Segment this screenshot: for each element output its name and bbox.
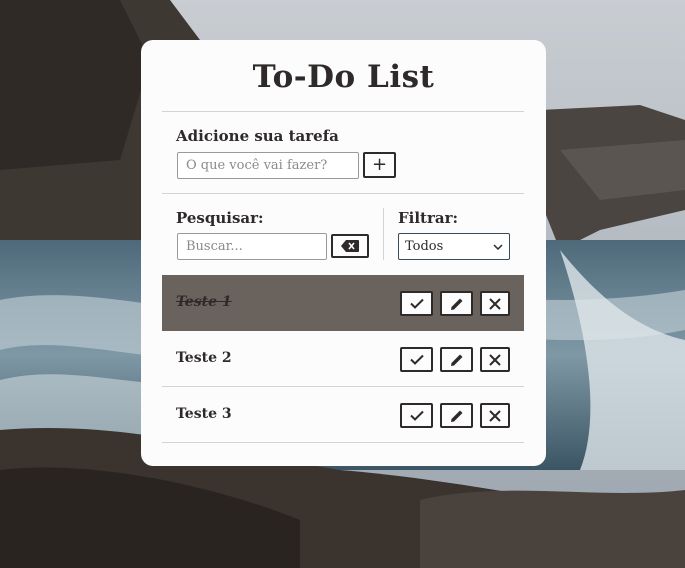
todo-text: Teste 3 bbox=[176, 406, 232, 422]
divider bbox=[162, 193, 524, 194]
filter-label: Filtrar: bbox=[398, 209, 459, 227]
chevron-down-icon bbox=[493, 243, 503, 250]
remove-todo-button[interactable] bbox=[480, 403, 510, 428]
pencil-icon bbox=[450, 410, 462, 422]
close-icon bbox=[489, 297, 501, 310]
add-task-input[interactable] bbox=[177, 152, 359, 179]
todo-item: Teste 3 bbox=[162, 387, 524, 443]
search-input[interactable] bbox=[177, 233, 327, 260]
todo-text: Teste 1 bbox=[176, 294, 232, 310]
check-icon bbox=[409, 410, 424, 421]
filter-selected-value: Todos bbox=[405, 239, 444, 254]
finish-todo-button[interactable] bbox=[400, 291, 433, 316]
backspace-icon bbox=[341, 240, 359, 252]
todo-item: Teste 1 bbox=[162, 275, 524, 331]
finish-todo-button[interactable] bbox=[400, 347, 433, 372]
close-icon bbox=[489, 353, 501, 366]
divider bbox=[162, 111, 524, 112]
check-icon bbox=[409, 354, 424, 365]
remove-todo-button[interactable] bbox=[480, 347, 510, 372]
check-icon bbox=[409, 298, 424, 309]
edit-todo-button[interactable] bbox=[440, 403, 473, 428]
pencil-icon bbox=[450, 298, 462, 310]
add-task-label: Adicione sua tarefa bbox=[176, 127, 339, 145]
divider-vertical bbox=[383, 208, 384, 260]
filter-select[interactable]: Todos bbox=[398, 233, 510, 260]
pencil-icon bbox=[450, 354, 462, 366]
edit-todo-button[interactable] bbox=[440, 291, 473, 316]
todo-text: Teste 2 bbox=[176, 350, 232, 366]
clear-search-button[interactable] bbox=[331, 234, 369, 258]
edit-todo-button[interactable] bbox=[440, 347, 473, 372]
page-title: To-Do List bbox=[252, 59, 435, 95]
search-label: Pesquisar: bbox=[176, 209, 264, 227]
todo-card: To-Do List Adicione sua tarefa + Pesquis… bbox=[141, 40, 546, 466]
todo-item: Teste 2 bbox=[162, 331, 524, 387]
remove-todo-button[interactable] bbox=[480, 291, 510, 316]
add-task-button[interactable]: + bbox=[363, 152, 396, 178]
finish-todo-button[interactable] bbox=[400, 403, 433, 428]
close-icon bbox=[489, 409, 501, 422]
